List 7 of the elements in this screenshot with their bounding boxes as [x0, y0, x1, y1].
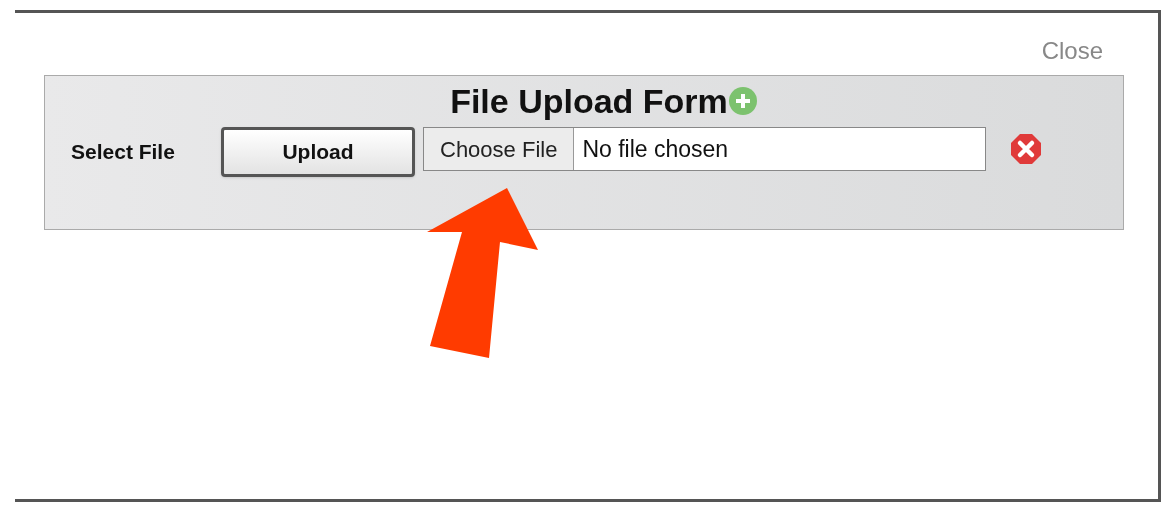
add-icon [727, 86, 758, 116]
close-link[interactable]: Close [1041, 39, 1103, 63]
upload-button[interactable]: Upload [221, 127, 415, 177]
remove-icon[interactable] [1010, 133, 1042, 165]
form-title: File Upload Form [450, 84, 728, 118]
file-input[interactable]: Choose File No file chosen [423, 127, 986, 171]
field-label: Select File [71, 139, 176, 166]
